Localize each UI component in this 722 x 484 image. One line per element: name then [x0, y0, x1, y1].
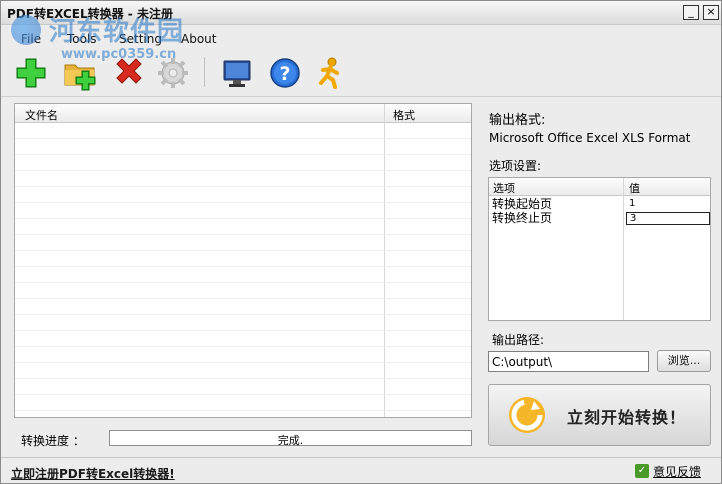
progress-bar: 完成. [109, 430, 472, 447]
options-title: 选项设置: [489, 159, 542, 173]
toolbar: ? [1, 51, 721, 97]
toolbar-separator [204, 57, 205, 87]
checkmark-icon: ✓ [635, 464, 649, 478]
progress-label: 转换进度 ： [21, 434, 85, 448]
option-row-start-page: 转换起始页 1 [489, 197, 710, 211]
start-convert-button[interactable]: 立刻开始转换！ [488, 384, 711, 446]
column-header-format[interactable]: 格式 [393, 107, 415, 123]
running-person-icon [319, 57, 339, 89]
refresh-icon [509, 397, 545, 433]
help-button[interactable]: ? [267, 55, 303, 91]
watermark-logo [11, 15, 41, 45]
menu-setting[interactable]: Setting [119, 32, 162, 46]
column-header-filename[interactable]: 文件名 [25, 107, 58, 123]
settings-button[interactable] [155, 55, 191, 91]
svg-text:?: ? [279, 63, 290, 85]
delete-icon [116, 58, 142, 84]
start-convert-label: 立刻开始转换！ [567, 408, 687, 427]
output-format-value: Microsoft Office Excel XLS Format [489, 131, 691, 145]
add-folder-icon [64, 64, 96, 91]
menu-tools[interactable]: Tools [67, 32, 97, 46]
status-bar: 立即注册PDF转Excel转换器! ✓ 意见反馈 [1, 457, 721, 483]
run-button[interactable] [313, 55, 349, 91]
option-name: 转换终止页 [492, 211, 553, 225]
app-window: PDF转EXCEL转换器 - 未注册 _ × File Tools Settin… [0, 0, 722, 484]
options-column-value: 值 [629, 182, 640, 195]
monitor-icon [223, 60, 251, 87]
output-path-input[interactable] [488, 351, 649, 372]
minimize-button[interactable]: _ [683, 5, 699, 20]
file-list-rows [15, 123, 471, 417]
file-list-header: 文件名 格式 [15, 104, 471, 123]
add-folder-button[interactable] [63, 55, 99, 91]
delete-button[interactable] [111, 55, 147, 91]
browse-button[interactable]: 浏览... [657, 350, 711, 372]
options-table-header: 选项 值 [489, 178, 710, 196]
menu-about[interactable]: About [181, 32, 216, 46]
menu-bar: File Tools Setting About [1, 29, 721, 49]
start-page-value[interactable]: 1 [626, 198, 710, 211]
option-row-end-page: 转换终止页 3 [489, 211, 710, 225]
add-file-button[interactable] [13, 55, 49, 91]
options-column-name: 选项 [493, 182, 515, 195]
close-button[interactable]: × [703, 5, 719, 20]
output-format-title: 输出格式: [489, 113, 546, 128]
monitor-button[interactable] [219, 55, 255, 91]
output-path-title: 输出路径: [492, 333, 545, 347]
gear-icon [158, 58, 188, 88]
options-table: 选项 值 转换起始页 1 转换终止页 3 [488, 177, 711, 321]
progress-status: 完成. [277, 434, 304, 447]
help-icon: ? [270, 58, 300, 88]
title-bar: PDF转EXCEL转换器 - 未注册 _ × [1, 1, 721, 25]
file-list[interactable]: 文件名 格式 [14, 103, 472, 418]
option-name: 转换起始页 [492, 197, 553, 211]
feedback-label: 意见反馈 [653, 465, 702, 479]
add-file-icon [16, 58, 46, 88]
end-page-input[interactable]: 3 [626, 212, 710, 225]
register-link[interactable]: 立即注册PDF转Excel转换器! [11, 465, 175, 482]
